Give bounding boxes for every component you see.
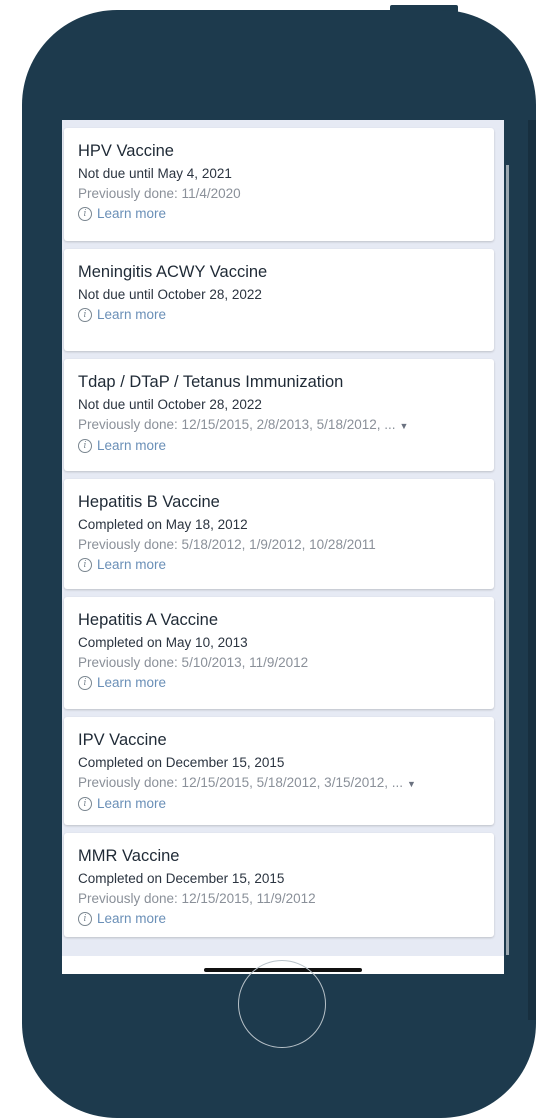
info-icon: i xyxy=(78,439,92,453)
phone-edge xyxy=(528,120,536,1020)
previously-done-text: Previously done: 12/15/2015, 5/18/2012, … xyxy=(78,775,403,790)
info-icon: i xyxy=(78,676,92,690)
previously-done-text: Previously done: 12/15/2015, 2/8/2013, 5… xyxy=(78,417,396,432)
previously-done: Previously done: 12/15/2015, 11/9/2012 xyxy=(78,889,480,909)
immunization-card-tdap[interactable]: Tdap / DTaP / Tetanus Immunization Not d… xyxy=(64,359,494,471)
learn-more-label: Learn more xyxy=(97,307,167,322)
learn-more-link[interactable]: i Learn more xyxy=(78,436,480,456)
completed-status: Completed on May 10, 2013 xyxy=(78,635,248,650)
due-status: Not due until October 28, 2022 xyxy=(78,287,262,302)
previously-done-text: Previously done: 11/4/2020 xyxy=(78,186,241,201)
learn-more-link[interactable]: i Learn more xyxy=(78,305,480,325)
completed-status: Completed on December 15, 2015 xyxy=(78,871,285,886)
learn-more-label: Learn more xyxy=(97,557,167,572)
previously-done-text: Previously done: 5/18/2012, 1/9/2012, 10… xyxy=(78,537,376,552)
immunization-card-meningitis[interactable]: Meningitis ACWY Vaccine Not due until Oc… xyxy=(64,249,494,351)
learn-more-link[interactable]: i Learn more xyxy=(78,794,480,814)
learn-more-link[interactable]: i Learn more xyxy=(78,909,480,929)
previously-done[interactable]: Previously done: 12/15/2015, 2/8/2013, 5… xyxy=(78,415,480,436)
info-icon: i xyxy=(78,797,92,811)
due-status: Not due until May 4, 2021 xyxy=(78,166,232,181)
caret-down-icon[interactable]: ▼ xyxy=(407,779,416,789)
immunization-card-hpv[interactable]: HPV Vaccine Not due until May 4, 2021 Pr… xyxy=(64,128,494,241)
learn-more-link[interactable]: i Learn more xyxy=(78,673,480,693)
learn-more-label: Learn more xyxy=(97,675,167,690)
home-button[interactable] xyxy=(238,960,326,1048)
previously-done[interactable]: Previously done: 12/15/2015, 5/18/2012, … xyxy=(78,773,480,794)
vaccine-title: Tdap / DTaP / Tetanus Immunization xyxy=(78,373,344,391)
learn-more-label: Learn more xyxy=(97,796,167,811)
phone-screen: HPV Vaccine Not due until May 4, 2021 Pr… xyxy=(62,120,504,974)
immunization-card-mmr[interactable]: MMR Vaccine Completed on December 15, 20… xyxy=(64,833,494,937)
vaccine-title: IPV Vaccine xyxy=(78,731,167,749)
learn-more-link[interactable]: i Learn more xyxy=(78,204,480,224)
scrollbar[interactable] xyxy=(506,165,509,955)
info-icon: i xyxy=(78,912,92,926)
due-status: Not due until October 28, 2022 xyxy=(78,397,262,412)
caret-down-icon[interactable]: ▼ xyxy=(400,421,409,431)
vaccine-title: HPV Vaccine xyxy=(78,142,174,160)
learn-more-label: Learn more xyxy=(97,911,167,926)
info-icon: i xyxy=(78,558,92,572)
immunization-card-hepatitis-a[interactable]: Hepatitis A Vaccine Completed on May 10,… xyxy=(64,597,494,709)
immunization-card-ipv[interactable]: IPV Vaccine Completed on December 15, 20… xyxy=(64,717,494,825)
previously-done: Previously done: 5/18/2012, 1/9/2012, 10… xyxy=(78,535,480,555)
completed-status: Completed on May 18, 2012 xyxy=(78,517,248,532)
learn-more-label: Learn more xyxy=(97,206,167,221)
previously-done: Previously done: 5/10/2013, 11/9/2012 xyxy=(78,653,480,673)
vaccine-title: Meningitis ACWY Vaccine xyxy=(78,263,268,281)
previously-done-text: Previously done: 12/15/2015, 11/9/2012 xyxy=(78,891,316,906)
previously-done: Previously done: 11/4/2020 xyxy=(78,184,480,204)
immunization-list: HPV Vaccine Not due until May 4, 2021 Pr… xyxy=(62,128,494,945)
vaccine-title: Hepatitis B Vaccine xyxy=(78,493,220,511)
learn-more-link[interactable]: i Learn more xyxy=(78,555,480,575)
learn-more-label: Learn more xyxy=(97,438,167,453)
info-icon: i xyxy=(78,308,92,322)
previously-done-text: Previously done: 5/10/2013, 11/9/2012 xyxy=(78,655,309,670)
immunization-card-hepatitis-b[interactable]: Hepatitis B Vaccine Completed on May 18,… xyxy=(64,479,494,589)
vaccine-title: MMR Vaccine xyxy=(78,847,180,865)
info-icon: i xyxy=(78,207,92,221)
completed-status: Completed on December 15, 2015 xyxy=(78,755,285,770)
vaccine-title: Hepatitis A Vaccine xyxy=(78,611,219,629)
